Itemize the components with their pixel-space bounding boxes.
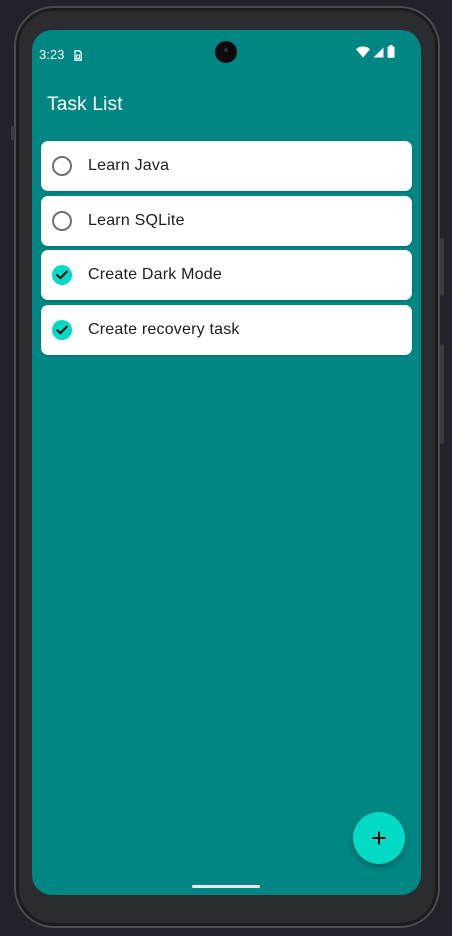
task-checkbox-checked[interactable] xyxy=(52,319,72,340)
task-item[interactable]: Learn Java xyxy=(41,141,412,191)
checkmark-icon xyxy=(56,270,68,280)
task-checkbox-unchecked[interactable] xyxy=(52,156,72,176)
plus-icon xyxy=(372,831,386,845)
task-item[interactable]: Learn SQLite xyxy=(41,195,412,246)
power-button xyxy=(11,126,15,140)
sim-card-icon xyxy=(74,48,82,61)
status-time: 3:23 xyxy=(39,47,65,62)
page-title: Task List xyxy=(47,94,123,115)
task-label: Learn SQLite xyxy=(88,211,185,229)
task-list: Learn Java Learn SQLite Create Dark Mode… xyxy=(41,141,412,359)
status-bar: 3:23 xyxy=(32,30,421,76)
add-task-button[interactable] xyxy=(353,812,405,864)
task-label: Create recovery task xyxy=(88,320,240,338)
gesture-nav-handle[interactable] xyxy=(192,885,260,888)
front-camera xyxy=(215,41,237,63)
task-item[interactable]: Create recovery task xyxy=(41,304,412,355)
task-label: Learn Java xyxy=(88,157,170,174)
volume-up-button xyxy=(440,238,444,296)
battery-icon xyxy=(387,45,395,63)
task-label: Create Dark Mode xyxy=(88,266,222,283)
checkmark-icon xyxy=(56,325,68,334)
wifi-icon xyxy=(356,45,370,63)
task-checkbox-unchecked[interactable] xyxy=(52,210,72,231)
status-icons xyxy=(356,45,395,63)
task-item[interactable]: Create Dark Mode xyxy=(41,250,412,300)
task-checkbox-checked[interactable] xyxy=(52,265,72,285)
cellular-signal-icon xyxy=(373,45,384,63)
volume-down-button xyxy=(440,344,444,444)
app-screen: 3:23 Task List Learn Java Learn SQLite C… xyxy=(32,30,421,895)
